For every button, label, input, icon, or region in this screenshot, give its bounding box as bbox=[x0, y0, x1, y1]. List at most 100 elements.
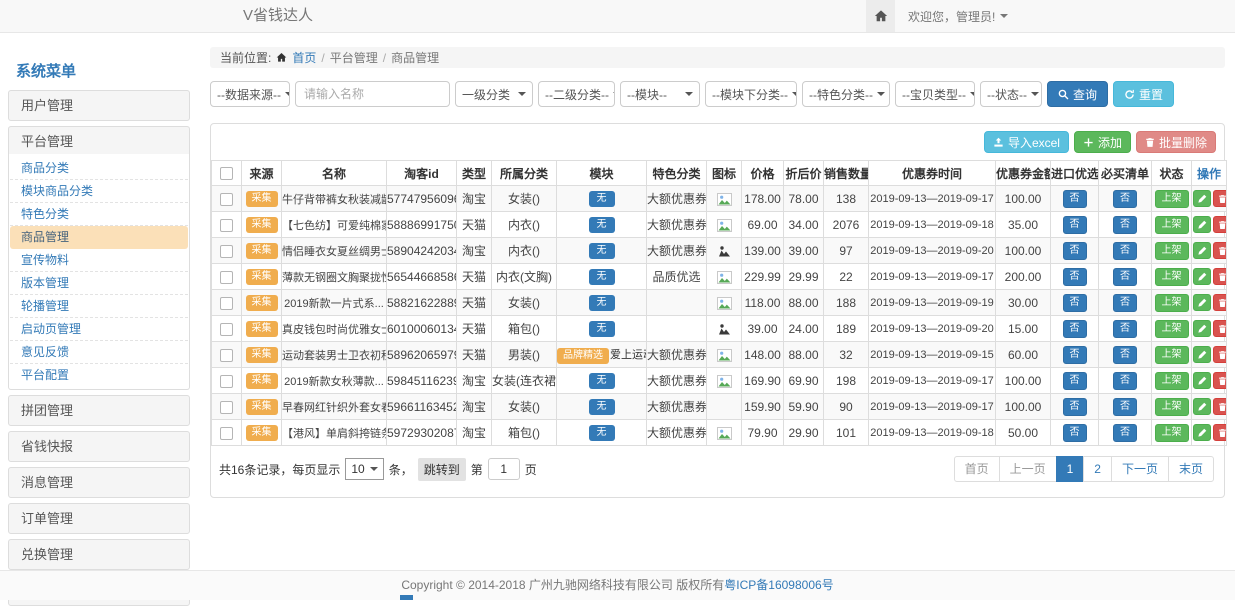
import-toggle-button[interactable]: 否 bbox=[1063, 320, 1087, 338]
breadcrumb-home-link[interactable]: 首页 bbox=[292, 49, 316, 66]
reset-button[interactable]: 重置 bbox=[1113, 81, 1174, 107]
status-button[interactable]: 上架 bbox=[1155, 320, 1189, 338]
mustbuy-toggle-button[interactable]: 否 bbox=[1113, 424, 1137, 442]
page-size-select[interactable]: 10 bbox=[345, 458, 383, 480]
module-select[interactable]: --模块-- bbox=[620, 81, 700, 107]
sidebar-item[interactable]: 特色分类 bbox=[10, 203, 188, 226]
select-all-checkbox[interactable] bbox=[220, 167, 233, 180]
module-sub-category-select[interactable]: --模块下分类-- bbox=[705, 81, 797, 107]
page-button[interactable]: 1 bbox=[1056, 456, 1085, 482]
import-toggle-button[interactable]: 否 bbox=[1063, 294, 1087, 312]
sidebar-item[interactable]: 宣传物料 bbox=[10, 249, 188, 272]
sidebar-item[interactable]: 商品分类 bbox=[10, 157, 188, 180]
level1-category-select[interactable]: 一级分类 bbox=[455, 81, 533, 107]
status-button[interactable]: 上架 bbox=[1155, 216, 1189, 234]
import-excel-button[interactable]: 导入excel bbox=[984, 131, 1069, 153]
mustbuy-toggle-button[interactable]: 否 bbox=[1113, 320, 1137, 338]
sidebar-item[interactable]: 版本管理 bbox=[10, 272, 188, 295]
sidebar-item[interactable]: 模块商品分类 bbox=[10, 180, 188, 203]
row-checkbox[interactable] bbox=[220, 193, 233, 206]
sidebar-group-heading[interactable]: 订单管理 bbox=[8, 503, 190, 534]
delete-button[interactable] bbox=[1213, 346, 1227, 363]
row-checkbox[interactable] bbox=[220, 271, 233, 284]
icp-link[interactable]: 粤ICP备16098006号 bbox=[724, 578, 833, 592]
edit-button[interactable] bbox=[1193, 242, 1211, 259]
delete-button[interactable] bbox=[1213, 294, 1227, 311]
page-button[interactable]: 下一页 bbox=[1111, 456, 1169, 482]
level2-category-select[interactable]: --二级分类-- bbox=[538, 81, 615, 107]
status-button[interactable]: 上架 bbox=[1155, 242, 1189, 260]
edit-button[interactable] bbox=[1193, 424, 1211, 441]
delete-button[interactable] bbox=[1213, 372, 1227, 389]
status-button[interactable]: 上架 bbox=[1155, 346, 1189, 364]
edit-button[interactable] bbox=[1193, 372, 1211, 389]
import-toggle-button[interactable]: 否 bbox=[1063, 424, 1087, 442]
row-checkbox[interactable] bbox=[220, 427, 233, 440]
mustbuy-toggle-button[interactable]: 否 bbox=[1113, 268, 1137, 286]
status-button[interactable]: 上架 bbox=[1155, 398, 1189, 416]
sidebar-group-heading[interactable]: 省钱快报 bbox=[8, 431, 190, 462]
sidebar-group-heading[interactable]: 消息管理 bbox=[8, 467, 190, 498]
data-source-select[interactable]: --数据来源-- bbox=[210, 81, 290, 107]
sidebar-item[interactable]: 意见反馈 bbox=[10, 341, 188, 364]
sidebar-item[interactable]: 启动页管理 bbox=[10, 318, 188, 341]
status-button[interactable]: 上架 bbox=[1155, 294, 1189, 312]
row-checkbox[interactable] bbox=[220, 349, 233, 362]
sidebar-item[interactable]: 轮播管理 bbox=[10, 295, 188, 318]
delete-button[interactable] bbox=[1213, 268, 1227, 285]
mustbuy-toggle-button[interactable]: 否 bbox=[1113, 190, 1137, 208]
edit-button[interactable] bbox=[1193, 398, 1211, 415]
delete-button[interactable] bbox=[1213, 216, 1227, 233]
delete-button[interactable] bbox=[1213, 424, 1227, 441]
import-toggle-button[interactable]: 否 bbox=[1063, 346, 1087, 364]
batch-delete-button[interactable]: 批量删除 bbox=[1136, 131, 1216, 153]
row-checkbox[interactable] bbox=[220, 245, 233, 258]
edit-button[interactable] bbox=[1193, 346, 1211, 363]
page-button[interactable]: 2 bbox=[1083, 456, 1112, 482]
edit-button[interactable] bbox=[1193, 294, 1211, 311]
mustbuy-toggle-button[interactable]: 否 bbox=[1113, 294, 1137, 312]
import-toggle-button[interactable]: 否 bbox=[1063, 398, 1087, 416]
status-button[interactable]: 上架 bbox=[1155, 424, 1189, 442]
row-checkbox[interactable] bbox=[220, 219, 233, 232]
edit-button[interactable] bbox=[1193, 216, 1211, 233]
delete-button[interactable] bbox=[1213, 398, 1227, 415]
delete-button[interactable] bbox=[1213, 190, 1227, 207]
row-checkbox[interactable] bbox=[220, 323, 233, 336]
item-type-select[interactable]: --宝贝类型-- bbox=[895, 81, 975, 107]
row-checkbox[interactable] bbox=[220, 297, 233, 310]
row-checkbox[interactable] bbox=[220, 375, 233, 388]
status-button[interactable]: 上架 bbox=[1155, 190, 1189, 208]
mustbuy-toggle-button[interactable]: 否 bbox=[1113, 242, 1137, 260]
sidebar-group-heading[interactable]: 平台管理 bbox=[8, 126, 190, 157]
mustbuy-toggle-button[interactable]: 否 bbox=[1113, 346, 1137, 364]
status-button[interactable]: 上架 bbox=[1155, 268, 1189, 286]
import-toggle-button[interactable]: 否 bbox=[1063, 242, 1087, 260]
status-button[interactable]: 上架 bbox=[1155, 372, 1189, 390]
delete-button[interactable] bbox=[1213, 320, 1227, 337]
import-toggle-button[interactable]: 否 bbox=[1063, 372, 1087, 390]
mustbuy-toggle-button[interactable]: 否 bbox=[1113, 372, 1137, 390]
name-search-input[interactable] bbox=[295, 81, 450, 107]
edit-button[interactable] bbox=[1193, 320, 1211, 337]
jump-page-input[interactable] bbox=[488, 458, 520, 480]
feature-category-select[interactable]: --特色分类-- bbox=[802, 81, 890, 107]
page-button[interactable]: 末页 bbox=[1168, 456, 1214, 482]
edit-button[interactable] bbox=[1193, 190, 1211, 207]
sidebar-group-heading[interactable]: 拼团管理 bbox=[8, 395, 190, 426]
sidebar-group-heading[interactable]: 兑换管理 bbox=[8, 539, 190, 570]
jump-button[interactable]: 跳转到 bbox=[418, 458, 466, 481]
delete-button[interactable] bbox=[1213, 242, 1227, 259]
search-button[interactable]: 查询 bbox=[1047, 81, 1108, 107]
mustbuy-toggle-button[interactable]: 否 bbox=[1113, 216, 1137, 234]
home-button[interactable] bbox=[866, 0, 895, 32]
sidebar-item[interactable]: 平台配置 bbox=[10, 364, 188, 387]
status-select[interactable]: --状态-- bbox=[980, 81, 1042, 107]
mustbuy-toggle-button[interactable]: 否 bbox=[1113, 398, 1137, 416]
edit-button[interactable] bbox=[1193, 268, 1211, 285]
add-button[interactable]: 添加 bbox=[1074, 131, 1131, 153]
user-menu[interactable]: 欢迎您，管理员! bbox=[908, 8, 1008, 25]
import-toggle-button[interactable]: 否 bbox=[1063, 190, 1087, 208]
sidebar-group-heading[interactable]: 用户管理 bbox=[8, 90, 190, 121]
row-checkbox[interactable] bbox=[220, 401, 233, 414]
